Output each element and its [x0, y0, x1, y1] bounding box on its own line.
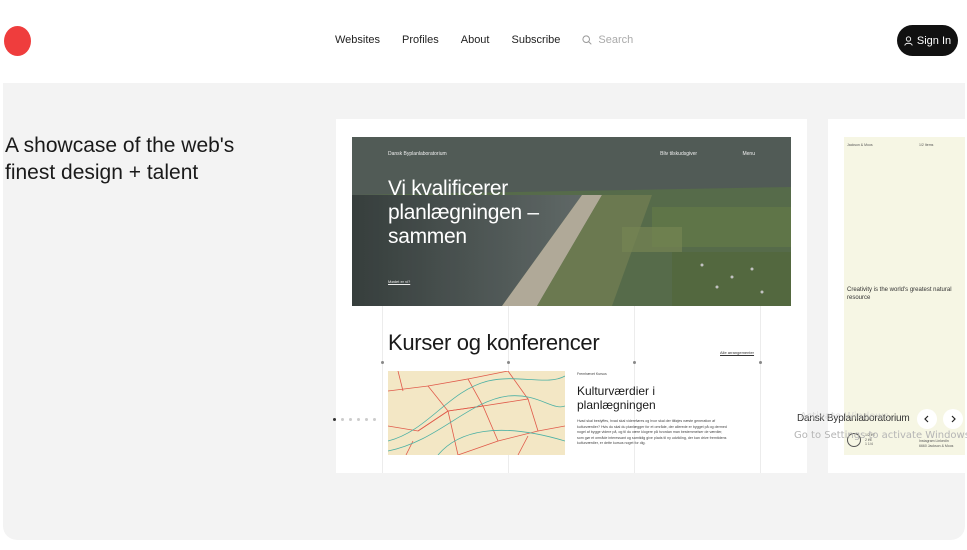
hero-link[interactable]: Mødet er vi? — [388, 279, 410, 284]
menu-link[interactable]: Menu — [742, 151, 755, 157]
card2-headline: Creativity is the world's greatest natur… — [847, 287, 952, 301]
grid-dot — [381, 361, 384, 364]
featured-site-card[interactable]: Dansk Byplanlaboratorium Bliv tilskudsgi… — [336, 119, 807, 473]
course-label: Fremhævet Kursus — [577, 372, 607, 376]
grid-dot — [633, 361, 636, 364]
sign-in-button[interactable]: Sign In — [897, 25, 958, 56]
site-name[interactable]: Dansk Byplanlaboratorium — [388, 151, 447, 157]
pagination-dot[interactable] — [373, 418, 376, 421]
nav-websites[interactable]: Websites — [335, 34, 380, 46]
hero-image: Dansk Byplanlaboratorium Bliv tilskudsgi… — [352, 137, 791, 306]
search-placeholder: Search — [598, 34, 634, 46]
card2-brand: Jackson & Moos — [847, 143, 873, 147]
course-title[interactable]: Kulturværdier i planlægningen — [577, 384, 697, 412]
grid-dot — [507, 361, 510, 364]
map-illustration — [388, 371, 565, 455]
pagination-dot[interactable] — [357, 418, 360, 421]
windows-activation-watermark: Activate Windows Go to Settings to activ… — [794, 411, 967, 441]
pagination-dot[interactable] — [333, 418, 336, 421]
nav-profiles[interactable]: Profiles — [402, 34, 439, 46]
section-title: Kurser og konferencer — [388, 330, 600, 355]
showcase-section: A showcase of the web's finest design + … — [3, 83, 965, 540]
page: Websites Profiles About Subscribe Search… — [0, 0, 967, 550]
main-nav: Websites Profiles About Subscribe Search — [335, 34, 633, 46]
pagination-dot[interactable] — [341, 418, 344, 421]
search-icon — [582, 35, 593, 45]
search-input[interactable]: Search — [582, 34, 633, 46]
watermark-line-2: Go to Settings to activate Windows. — [794, 430, 967, 441]
nav-about[interactable]: About — [461, 34, 490, 46]
watermark-line-1: Activate Windows — [800, 411, 889, 422]
hero-title: Vi kvalificerer planlægningen – sammen — [388, 177, 539, 248]
logo[interactable] — [4, 26, 31, 56]
support-link[interactable]: Bliv tilskudsgiver — [660, 151, 697, 157]
card2-items: 1/2 Items — [919, 143, 934, 147]
next-site-preview: Jackson & Moos 1/2 Items Creativity is t… — [844, 137, 965, 455]
pagination-dot[interactable] — [349, 418, 352, 421]
map-image — [388, 371, 565, 455]
chevron-right-icon — [951, 415, 956, 423]
chevron-left-icon — [924, 415, 929, 423]
carousel-pagination — [333, 418, 381, 421]
course-body: Hvad skal bestyffes, hvad skal viderefør… — [577, 419, 727, 445]
hero-topbar: Dansk Byplanlaboratorium Bliv tilskudsgi… — [388, 151, 755, 157]
tagline: A showcase of the web's finest design + … — [5, 134, 235, 184]
sign-in-label: Sign In — [916, 34, 952, 47]
nav-subscribe[interactable]: Subscribe — [511, 34, 560, 46]
site-header: Websites Profiles About Subscribe Search… — [0, 0, 967, 82]
grid-dot — [759, 361, 762, 364]
all-events-link[interactable]: Alle arrangementer — [720, 350, 754, 355]
user-icon — [904, 35, 913, 46]
carousel-prev-button[interactable] — [917, 409, 937, 429]
pagination-dot[interactable] — [365, 418, 368, 421]
carousel-next-button[interactable] — [943, 409, 963, 429]
